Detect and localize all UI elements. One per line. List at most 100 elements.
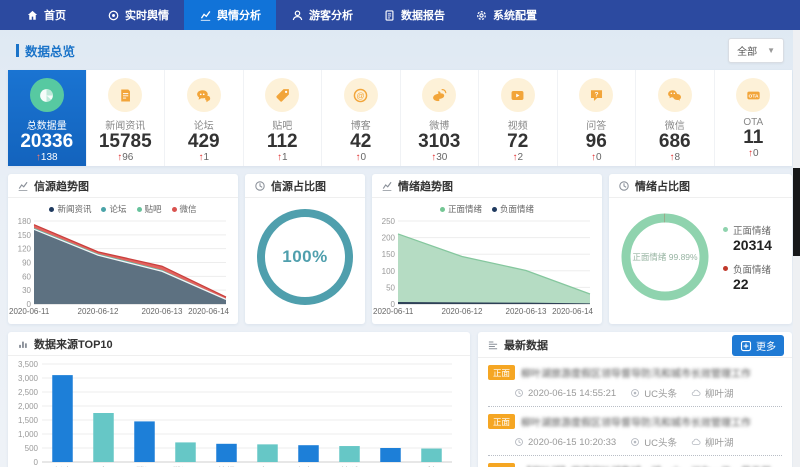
stat-delta: ↑0 xyxy=(355,152,366,163)
svg-text:OTA: OTA xyxy=(748,93,758,99)
top10-chart: 05001,0001,5002,0002,5003,0003,500新浪微博百家… xyxy=(8,356,458,467)
svg-text:500: 500 xyxy=(25,444,39,453)
clock-icon xyxy=(514,437,524,447)
stat-label: 微博 xyxy=(429,117,449,132)
section-header: 数据总览 全部 ▼ xyxy=(0,30,800,70)
svg-text:2,000: 2,000 xyxy=(18,402,39,411)
sentiment-trend-title: 情绪趋势图 xyxy=(398,178,453,194)
scrollbar-thumb[interactable] xyxy=(793,168,800,256)
up-arrow-icon: ↑ xyxy=(431,152,436,163)
more-button[interactable]: 更多 xyxy=(732,335,784,356)
sentiment-share-legend: 正面情绪20314负面情绪22 xyxy=(723,223,772,292)
svg-text:@: @ xyxy=(357,91,365,100)
latest-item-source: UC头条 xyxy=(630,386,677,400)
stat-card-qa[interactable]: ?问答96↑0 xyxy=(558,70,637,166)
svg-text:?: ? xyxy=(594,91,598,98)
stat-label: 问答 xyxy=(586,117,606,132)
weibo-icon xyxy=(422,78,456,112)
svg-text:150: 150 xyxy=(18,231,32,240)
source-icon xyxy=(630,388,640,398)
stat-label: 新闻资讯 xyxy=(105,117,145,132)
sentiment-badge: 正面 xyxy=(488,365,515,380)
up-arrow-icon: ↑ xyxy=(512,152,517,163)
user-icon xyxy=(291,9,304,22)
nav-item-report[interactable]: 数据报告 xyxy=(368,0,460,30)
legend-item: 贴吧 xyxy=(137,203,162,215)
ota-icon: OTA xyxy=(736,78,770,112)
sentiment-trend-legend: 正面情绪负面情绪 xyxy=(372,198,602,215)
stat-label: 论坛 xyxy=(194,117,214,132)
nav-item-label: 数据报告 xyxy=(401,7,445,23)
svg-text:0: 0 xyxy=(34,458,39,467)
sentiment-share-center: 正面情绪 99.89% xyxy=(632,251,697,263)
svg-text:2020-06-13: 2020-06-13 xyxy=(142,307,183,316)
dashboard-app: 首页 实时舆情舆情分析游客分析 数据报告系统配置 数据总览 全部 ▼ 总数据量203… xyxy=(0,0,800,467)
stat-card-blog[interactable]: @博客42↑0 xyxy=(322,70,401,166)
stat-card-video[interactable]: 视频72↑2 xyxy=(479,70,558,166)
svg-text:200: 200 xyxy=(382,234,396,243)
latest-item[interactable]: 正面柳叶湖旅游度假区领导督导防汛和城市长效管理工作2020-06-15 10:2… xyxy=(488,407,782,456)
sentiment-share-card: 情绪占比图 正面情绪 99.89% 正面情绪20314负面情绪22 xyxy=(609,174,792,324)
stat-card-news[interactable]: 新闻资讯15785↑96 xyxy=(87,70,166,166)
nav-item-realtime[interactable]: 实时舆情 xyxy=(92,0,184,30)
stat-card-total[interactable]: 总数据量20336↑138 xyxy=(8,70,87,166)
charts-row: 信源趋势图 新闻资讯论坛贴吧微信 03060901201501802020-06… xyxy=(8,174,792,324)
latest-data-card: 最新数据 更多 正面柳叶湖旅游度假区领导督导防汛和城市长效管理工作2020-06… xyxy=(478,332,792,467)
latest-item-time: 2020-06-15 14:55:21 xyxy=(514,388,616,399)
realtime-icon xyxy=(107,9,120,22)
stat-label: 视频 xyxy=(508,117,528,132)
sentiment-trend-card: 情绪趋势图 正面情绪负面情绪 0501001502002502020-06-11… xyxy=(372,174,602,324)
source-share-center-value: 100% xyxy=(282,247,327,267)
section-accent-bar xyxy=(16,44,19,57)
stat-value: 429 xyxy=(188,132,220,152)
pie-clock-icon xyxy=(254,180,266,192)
up-arrow-icon: ↑ xyxy=(36,152,41,163)
filter-select[interactable]: 全部 ▼ xyxy=(728,38,784,63)
sentiment-share-title: 情绪占比图 xyxy=(635,178,690,194)
top10-card: 数据来源TOP10 05001,0001,5002,0002,5003,0003… xyxy=(8,332,470,467)
svg-text:2020-06-13: 2020-06-13 xyxy=(506,307,547,316)
up-arrow-icon: ↑ xyxy=(277,152,282,163)
stat-card-forum[interactable]: 论坛429↑1 xyxy=(165,70,244,166)
clock-icon xyxy=(514,388,524,398)
tag-icon xyxy=(265,78,299,112)
svg-text:1,500: 1,500 xyxy=(18,416,39,425)
list-icon xyxy=(487,339,499,351)
stat-card-weibo[interactable]: 微博3103↑30 xyxy=(401,70,480,166)
top10-title: 数据来源TOP10 xyxy=(34,336,113,352)
nav-item-settings[interactable]: 系统配置 xyxy=(460,0,552,30)
sentiment-share-donut: 正面情绪 99.89% xyxy=(615,207,715,307)
source-share-header: 信源占比图 xyxy=(245,174,365,198)
chevron-down-icon: ▼ xyxy=(767,46,775,55)
svg-text:2020-06-12: 2020-06-12 xyxy=(442,307,483,316)
stat-card-ota[interactable]: OTAOTA11↑0 xyxy=(715,70,793,166)
svg-text:3,500: 3,500 xyxy=(18,360,39,369)
latest-item[interactable]: 正面【柳叶湖】常德柳叶湖集城、湖、山、洲为一体，是天然造化的生态综合盆景…202… xyxy=(488,456,782,467)
scrollbar xyxy=(793,30,800,467)
nav-item-home[interactable]: 首页 xyxy=(0,0,92,30)
stat-card-wechat[interactable]: 微信686↑8 xyxy=(636,70,715,166)
svg-text:100: 100 xyxy=(382,267,396,276)
plus-icon xyxy=(740,340,752,352)
pie-icon xyxy=(30,78,64,112)
nav-item-visitor[interactable]: 游客分析 xyxy=(276,0,368,30)
stat-delta: ↑1 xyxy=(198,152,209,163)
nav-item-analysis[interactable]: 舆情分析 xyxy=(184,0,276,30)
nav-item-label: 实时舆情 xyxy=(125,7,169,23)
home-icon xyxy=(26,9,39,22)
latest-item[interactable]: 正面柳叶湖旅游度假区领导督导防汛和城市长效管理工作 2020-06-15 14:5… xyxy=(488,358,782,407)
latest-item-title: 柳叶湖旅游度假区领导督导防汛和城市长效管理工作 xyxy=(521,365,771,380)
site-icon xyxy=(691,437,701,447)
svg-text:120: 120 xyxy=(18,245,32,254)
stat-value: 20336 xyxy=(20,132,73,152)
svg-text:2020-06-11: 2020-06-11 xyxy=(9,307,50,316)
up-arrow-icon: ↑ xyxy=(748,148,753,159)
svg-text:90: 90 xyxy=(22,259,31,268)
latest-list: 正面柳叶湖旅游度假区领导督导防汛和城市长效管理工作2020-06-15 14:5… xyxy=(478,358,792,467)
svg-text:2,500: 2,500 xyxy=(18,388,39,397)
legend-item: 新闻资讯 xyxy=(49,203,91,215)
sentiment-badge: 正面 xyxy=(488,414,515,429)
stat-value: 686 xyxy=(659,132,691,152)
question-icon: ? xyxy=(579,78,613,112)
stat-card-tieba[interactable]: 贴吧112↑1 xyxy=(244,70,323,166)
